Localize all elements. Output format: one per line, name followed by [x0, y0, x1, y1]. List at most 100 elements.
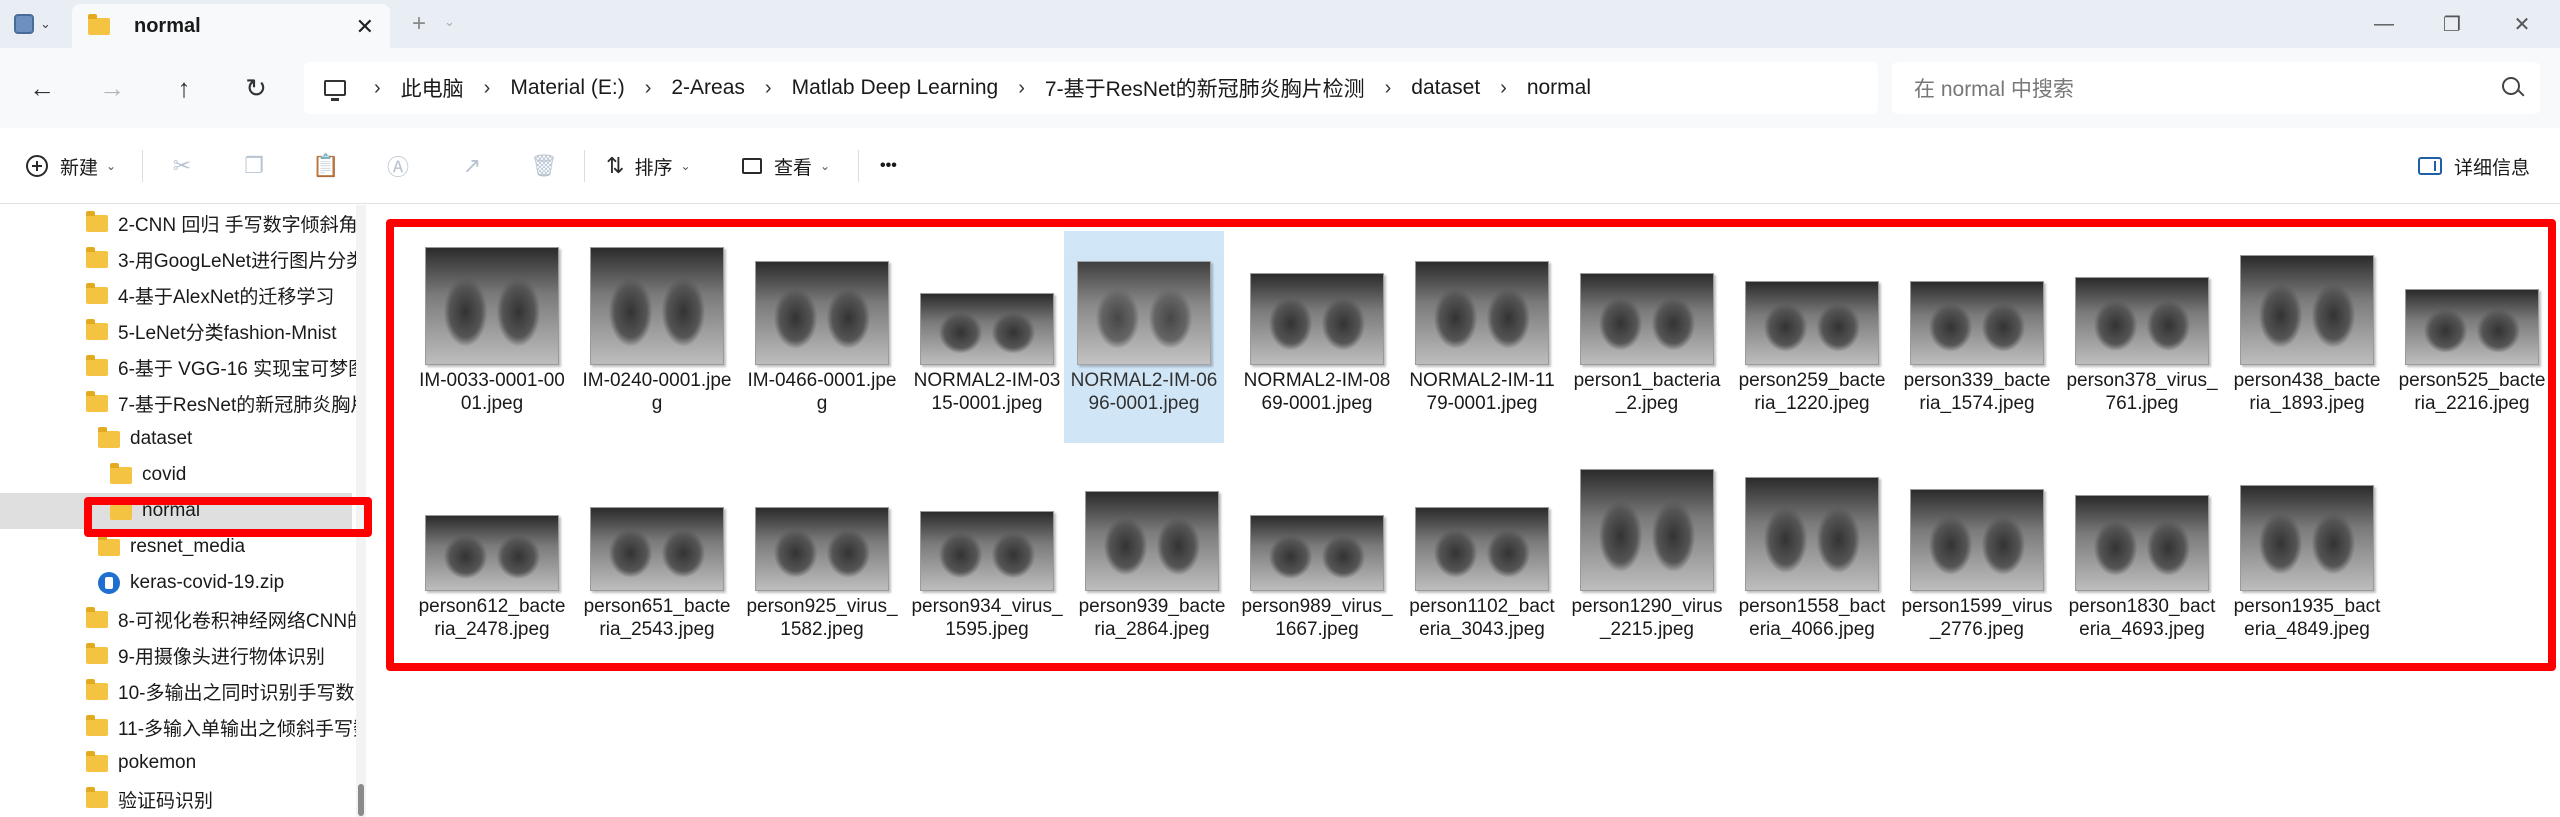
tree-item-folder[interactable]: 9-用摄像头进行物体识别: [86, 637, 325, 673]
tree-item-folder[interactable]: 3-用GoogLeNet进行图片分类: [86, 241, 360, 277]
new-button[interactable]: 新建 ⌄: [26, 148, 116, 184]
tree-item-label: 2-CNN 回归 手写数字倾斜角度: [118, 214, 360, 236]
file-item[interactable]: person989_virus_1667.jpeg: [1237, 461, 1397, 641]
paste-icon[interactable]: 📋: [312, 153, 339, 178]
tab-normal[interactable]: normal ✕: [72, 4, 390, 48]
file-name: person1102_bacteria_3043.jpeg: [1409, 596, 1555, 640]
minimize-button[interactable]: —: [2364, 8, 2404, 40]
file-item[interactable]: person1935_bacteria_4849.jpeg: [2227, 461, 2387, 641]
breadcrumb-resnet-project[interactable]: 7-基于ResNet的新冠肺炎胸片检测: [1045, 73, 1365, 103]
tree-item-label: 10-多输出之同时识别手写数字: [118, 682, 360, 704]
tree-item-covid[interactable]: covid: [110, 457, 186, 493]
tree-item-folder[interactable]: 10-多输出之同时识别手写数字: [86, 673, 360, 709]
tree-item-zip-file[interactable]: keras-covid-19.zip: [98, 565, 284, 601]
file-item[interactable]: person612_bacteria_2478.jpeg: [412, 461, 572, 641]
tree-item-label: covid: [142, 464, 187, 485]
copy-icon[interactable]: ❐: [242, 153, 266, 178]
tree-item-dataset[interactable]: dataset: [98, 421, 192, 457]
breadcrumb-matlab-deep-learning[interactable]: Matlab Deep Learning: [792, 76, 999, 100]
rename-icon[interactable]: Ⓐ: [386, 154, 410, 180]
xray-thumbnail: [425, 515, 559, 591]
navigation-pane: 2-CNN 回归 手写数字倾斜角度 3-用GoogLeNet进行图片分类 4-基…: [0, 205, 360, 817]
new-tab-button[interactable]: +: [412, 10, 426, 38]
tree-item-folder[interactable]: 5-LeNet分类fashion-Mnist: [86, 313, 337, 349]
tree-item-folder[interactable]: pokemon: [86, 745, 196, 781]
details-pane-button[interactable]: 详细信息: [2418, 148, 2530, 184]
tree-item-resnet-media[interactable]: resnet_media: [98, 529, 245, 565]
file-item[interactable]: IM-0466-0001.jpeg: [742, 235, 902, 415]
maximize-button[interactable]: ❐: [2432, 8, 2472, 40]
title-bar: ⌄ normal ✕ + ⌄ — ❐ ✕: [0, 0, 2560, 48]
tab-close-icon[interactable]: ✕: [356, 14, 374, 40]
breadcrumb-this-pc[interactable]: 此电脑: [401, 73, 464, 103]
breadcrumb-separator-icon[interactable]: ›: [1385, 77, 1392, 100]
breadcrumb-areas[interactable]: 2-Areas: [671, 76, 745, 100]
address-bar[interactable]: › 此电脑 › Material (E:) › 2-Areas › Matlab…: [304, 62, 1878, 114]
breadcrumb-separator-icon[interactable]: ›: [645, 77, 652, 100]
tree-item-folder[interactable]: 2-CNN 回归 手写数字倾斜角度: [86, 205, 360, 241]
tree-item-folder[interactable]: 8-可视化卷积神经网络CNN的: [86, 601, 360, 637]
new-tab-chevron-icon[interactable]: ⌄: [444, 14, 455, 30]
file-name: NORMAL2-IM-0869-0001.jpeg: [1243, 370, 1391, 414]
more-options-button[interactable]: •••: [880, 148, 897, 184]
share-icon[interactable]: ↗: [460, 153, 484, 178]
search-box[interactable]: 在 normal 中搜索: [1892, 62, 2540, 114]
breadcrumb-separator-icon[interactable]: ›: [765, 77, 772, 100]
file-item[interactable]: person259_bacteria_1220.jpeg: [1732, 235, 1892, 415]
view-button[interactable]: 查看 ⌄: [742, 148, 830, 184]
file-item[interactable]: person1_bacteria_2.jpeg: [1567, 235, 1727, 415]
file-item[interactable]: IM-0033-0001-0001.jpeg: [412, 235, 572, 415]
file-item[interactable]: person934_virus_1595.jpeg: [907, 461, 1067, 641]
sidebar-scrollbar-thumb[interactable]: [358, 784, 364, 816]
close-button[interactable]: ✕: [2502, 8, 2542, 40]
file-item[interactable]: NORMAL2-IM-1179-0001.jpeg: [1402, 235, 1562, 415]
sidebar-scrollbar[interactable]: [356, 205, 366, 817]
delete-icon[interactable]: 🗑: [530, 153, 558, 178]
file-item[interactable]: person1830_bacteria_4693.jpeg: [2062, 461, 2222, 641]
search-input[interactable]: 在 normal 中搜索: [1914, 73, 2074, 103]
new-button-label: 新建: [60, 157, 99, 179]
file-item[interactable]: person1290_virus_2215.jpeg: [1567, 461, 1727, 641]
xray-thumbnail: [2075, 495, 2209, 591]
breadcrumb-dataset[interactable]: dataset: [1411, 76, 1480, 100]
back-button[interactable]: ←: [20, 66, 64, 110]
tree-item-folder[interactable]: 7-基于ResNet的新冠肺炎胸片: [86, 385, 360, 421]
folder-icon: [86, 642, 108, 664]
tree-item-folder[interactable]: 验证码识别: [86, 781, 213, 817]
file-item[interactable]: person651_bacteria_2543.jpeg: [577, 461, 737, 641]
file-item-selected[interactable]: NORMAL2-IM-0696-0001.jpeg: [1064, 231, 1224, 443]
tree-item-folder[interactable]: 11-多输入单输出之倾斜手写数: [86, 709, 360, 745]
file-item[interactable]: NORMAL2-IM-0869-0001.jpeg: [1237, 235, 1397, 415]
xray-thumbnail: [1077, 261, 1211, 365]
tree-item-folder[interactable]: 6-基于 VGG-16 实现宝可梦图: [86, 349, 360, 385]
refresh-button[interactable]: ↻: [234, 66, 278, 110]
file-item[interactable]: person925_virus_1582.jpeg: [742, 461, 902, 641]
breadcrumb-separator-icon[interactable]: ›: [1500, 77, 1507, 100]
file-item[interactable]: NORMAL2-IM-0315-0001.jpeg: [907, 235, 1067, 415]
file-item[interactable]: person438_bacteria_1893.jpeg: [2227, 235, 2387, 415]
file-item[interactable]: person339_bacteria_1574.jpeg: [1897, 235, 2057, 415]
sort-button[interactable]: ⇅ 排序 ⌄: [606, 148, 691, 184]
file-name: person1830_bacteria_4693.jpeg: [2068, 596, 2216, 640]
file-item[interactable]: person378_virus_761.jpeg: [2062, 235, 2222, 415]
xray-thumbnail: [590, 247, 724, 365]
file-item[interactable]: person939_bacteria_2864.jpeg: [1072, 461, 1232, 641]
file-name: person525_bacteria_2216.jpeg: [2398, 370, 2546, 414]
breadcrumb-normal[interactable]: normal: [1527, 76, 1591, 100]
forward-button[interactable]: →: [90, 66, 134, 110]
file-item[interactable]: IM-0240-0001.jpeg: [577, 235, 737, 415]
file-item[interactable]: person1599_virus_2776.jpeg: [1897, 461, 2057, 641]
breadcrumb-separator-icon[interactable]: ›: [1018, 77, 1025, 100]
tree-item-folder[interactable]: 4-基于AlexNet的迁移学习: [86, 277, 334, 313]
breadcrumb-separator-icon[interactable]: ›: [374, 77, 381, 100]
search-icon[interactable]: [2502, 77, 2520, 95]
file-item[interactable]: person525_bacteria_2216.jpeg: [2392, 235, 2552, 415]
cut-icon[interactable]: ✂: [170, 153, 194, 178]
breadcrumb-separator-icon[interactable]: ›: [484, 77, 491, 100]
up-button[interactable]: ↑: [162, 66, 206, 110]
file-item[interactable]: person1102_bacteria_3043.jpeg: [1402, 461, 1562, 641]
file-item[interactable]: person1558_bacteria_4066.jpeg: [1732, 461, 1892, 641]
tree-item-normal[interactable]: normal: [0, 493, 352, 529]
app-menu[interactable]: ⌄: [14, 12, 62, 36]
breadcrumb-drive-e[interactable]: Material (E:): [510, 76, 624, 100]
